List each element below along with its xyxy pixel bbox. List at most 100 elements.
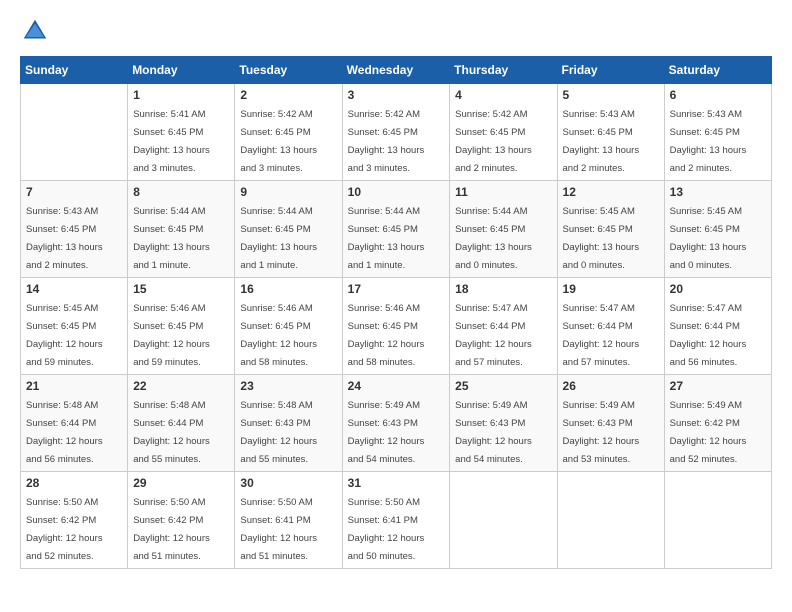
calendar-cell: 15 Sunrise: 5:46 AM Sunset: 6:45 PM Dayli… (128, 278, 235, 375)
calendar-header-row: SundayMondayTuesdayWednesdayThursdayFrid… (21, 57, 772, 84)
day-detail: Sunrise: 5:43 AM Sunset: 6:45 PM Dayligh… (563, 109, 640, 174)
day-number: 1 (133, 88, 229, 102)
calendar-cell: 5 Sunrise: 5:43 AM Sunset: 6:45 PM Daylig… (557, 84, 664, 181)
day-number: 3 (348, 88, 445, 102)
day-number: 9 (240, 185, 336, 199)
day-number: 27 (670, 379, 766, 393)
calendar-cell: 25Sunrise: 5:49 AM Sunset: 6:43 PM Dayli… (450, 375, 557, 472)
day-detail: Sunrise: 5:46 AM Sunset: 6:45 PM Dayligh… (133, 303, 210, 368)
day-number: 8 (133, 185, 229, 199)
header-saturday: Saturday (664, 57, 771, 84)
day-detail: Sunrise: 5:43 AM Sunset: 6:45 PM Dayligh… (26, 206, 103, 271)
calendar-week-row: 28Sunrise: 5:50 AM Sunset: 6:42 PM Dayli… (21, 472, 772, 569)
calendar-cell: 24 Sunrise: 5:49 AM Sunset: 6:43 PM Dayli… (342, 375, 450, 472)
calendar-cell: 30 Sunrise: 5:50 AM Sunset: 6:41 PM Dayli… (235, 472, 342, 569)
day-detail: Sunrise: 5:47 AM Sunset: 6:44 PM Dayligh… (670, 303, 747, 368)
calendar-table: SundayMondayTuesdayWednesdayThursdayFrid… (20, 56, 772, 569)
day-number: 2 (240, 88, 336, 102)
day-number: 15 (133, 282, 229, 296)
day-number: 30 (240, 476, 336, 490)
page-header (20, 16, 772, 46)
calendar-cell: 26 Sunrise: 5:49 AM Sunset: 6:43 PM Dayli… (557, 375, 664, 472)
calendar-cell: 29Sunrise: 5:50 AM Sunset: 6:42 PM Dayli… (128, 472, 235, 569)
calendar-week-row: 14Sunrise: 5:45 AM Sunset: 6:45 PM Dayli… (21, 278, 772, 375)
day-number: 16 (240, 282, 336, 296)
calendar-week-row: 21 Sunrise: 5:48 AM Sunset: 6:44 PM Dayli… (21, 375, 772, 472)
calendar-cell: 19 Sunrise: 5:47 AM Sunset: 6:44 PM Dayli… (557, 278, 664, 375)
calendar-cell (557, 472, 664, 569)
day-number: 4 (455, 88, 551, 102)
day-detail: Sunrise: 5:50 AM Sunset: 6:41 PM Dayligh… (240, 497, 317, 562)
day-number: 22 (133, 379, 229, 393)
day-number: 6 (670, 88, 766, 102)
day-number: 13 (670, 185, 766, 199)
day-detail: Sunrise: 5:44 AM Sunset: 6:45 PM Dayligh… (455, 206, 532, 271)
day-detail: Sunrise: 5:50 AM Sunset: 6:42 PM Dayligh… (26, 497, 103, 562)
day-detail: Sunrise: 5:49 AM Sunset: 6:43 PM Dayligh… (455, 400, 532, 465)
day-number: 21 (26, 379, 122, 393)
day-detail: Sunrise: 5:48 AM Sunset: 6:43 PM Dayligh… (240, 400, 317, 465)
calendar-cell: 20 Sunrise: 5:47 AM Sunset: 6:44 PM Dayli… (664, 278, 771, 375)
day-detail: Sunrise: 5:42 AM Sunset: 6:45 PM Dayligh… (240, 109, 317, 174)
day-detail: Sunrise: 5:42 AM Sunset: 6:45 PM Dayligh… (348, 109, 425, 174)
day-detail: Sunrise: 5:44 AM Sunset: 6:45 PM Dayligh… (240, 206, 317, 271)
logo (20, 16, 54, 46)
day-detail: Sunrise: 5:47 AM Sunset: 6:44 PM Dayligh… (455, 303, 532, 368)
calendar-cell: 10 Sunrise: 5:44 AM Sunset: 6:45 PM Dayli… (342, 181, 450, 278)
calendar-cell (21, 84, 128, 181)
calendar-cell: 18 Sunrise: 5:47 AM Sunset: 6:44 PM Dayli… (450, 278, 557, 375)
day-detail: Sunrise: 5:46 AM Sunset: 6:45 PM Dayligh… (348, 303, 425, 368)
day-number: 26 (563, 379, 659, 393)
calendar-cell: 8 Sunrise: 5:44 AM Sunset: 6:45 PM Daylig… (128, 181, 235, 278)
calendar-cell: 7 Sunrise: 5:43 AM Sunset: 6:45 PM Daylig… (21, 181, 128, 278)
header-thursday: Thursday (450, 57, 557, 84)
header-friday: Friday (557, 57, 664, 84)
calendar-cell: 6 Sunrise: 5:43 AM Sunset: 6:45 PM Daylig… (664, 84, 771, 181)
day-detail: Sunrise: 5:49 AM Sunset: 6:42 PM Dayligh… (670, 400, 747, 465)
calendar-cell (450, 472, 557, 569)
calendar-cell: 1 Sunrise: 5:41 AM Sunset: 6:45 PM Daylig… (128, 84, 235, 181)
calendar-cell: 28Sunrise: 5:50 AM Sunset: 6:42 PM Dayli… (21, 472, 128, 569)
calendar-cell: 13Sunrise: 5:45 AM Sunset: 6:45 PM Dayli… (664, 181, 771, 278)
calendar-cell: 21Sunrise: 5:48 AM Sunset: 6:44 PM Dayli… (21, 375, 128, 472)
calendar-week-row: 1 Sunrise: 5:41 AM Sunset: 6:45 PM Daylig… (21, 84, 772, 181)
day-detail: Sunrise: 5:42 AM Sunset: 6:45 PM Dayligh… (455, 109, 532, 174)
day-detail: Sunrise: 5:49 AM Sunset: 6:43 PM Dayligh… (348, 400, 425, 465)
day-number: 5 (563, 88, 659, 102)
day-number: 31 (348, 476, 445, 490)
day-detail: Sunrise: 5:41 AM Sunset: 6:45 PM Dayligh… (133, 109, 210, 174)
day-detail: Sunrise: 5:44 AM Sunset: 6:45 PM Dayligh… (348, 206, 425, 271)
day-number: 19 (563, 282, 659, 296)
day-detail: Sunrise: 5:49 AM Sunset: 6:43 PM Dayligh… (563, 400, 640, 465)
calendar-cell: 23 Sunrise: 5:48 AM Sunset: 6:43 PM Dayli… (235, 375, 342, 472)
calendar-cell: 2 Sunrise: 5:42 AM Sunset: 6:45 PM Daylig… (235, 84, 342, 181)
calendar-cell (664, 472, 771, 569)
day-detail: Sunrise: 5:50 AM Sunset: 6:41 PM Dayligh… (348, 497, 425, 562)
calendar-cell: 16Sunrise: 5:46 AM Sunset: 6:45 PM Dayli… (235, 278, 342, 375)
calendar-cell: 31 Sunrise: 5:50 AM Sunset: 6:41 PM Dayli… (342, 472, 450, 569)
day-number: 7 (26, 185, 122, 199)
day-detail: Sunrise: 5:43 AM Sunset: 6:45 PM Dayligh… (670, 109, 747, 174)
calendar-cell: 11 Sunrise: 5:44 AM Sunset: 6:45 PM Dayli… (450, 181, 557, 278)
day-number: 18 (455, 282, 551, 296)
calendar-week-row: 7 Sunrise: 5:43 AM Sunset: 6:45 PM Daylig… (21, 181, 772, 278)
day-detail: Sunrise: 5:45 AM Sunset: 6:45 PM Dayligh… (26, 303, 103, 368)
day-detail: Sunrise: 5:45 AM Sunset: 6:45 PM Dayligh… (563, 206, 640, 271)
calendar-cell: 27 Sunrise: 5:49 AM Sunset: 6:42 PM Dayli… (664, 375, 771, 472)
day-number: 10 (348, 185, 445, 199)
day-detail: Sunrise: 5:47 AM Sunset: 6:44 PM Dayligh… (563, 303, 640, 368)
day-detail: Sunrise: 5:44 AM Sunset: 6:45 PM Dayligh… (133, 206, 210, 271)
day-number: 23 (240, 379, 336, 393)
day-number: 24 (348, 379, 445, 393)
header-tuesday: Tuesday (235, 57, 342, 84)
calendar-cell: 3 Sunrise: 5:42 AM Sunset: 6:45 PM Daylig… (342, 84, 450, 181)
calendar-cell: 17Sunrise: 5:46 AM Sunset: 6:45 PM Dayli… (342, 278, 450, 375)
logo-icon (20, 16, 50, 46)
calendar-cell: 4 Sunrise: 5:42 AM Sunset: 6:45 PM Daylig… (450, 84, 557, 181)
day-number: 20 (670, 282, 766, 296)
day-number: 29 (133, 476, 229, 490)
calendar-cell: 14Sunrise: 5:45 AM Sunset: 6:45 PM Dayli… (21, 278, 128, 375)
header-sunday: Sunday (21, 57, 128, 84)
day-detail: Sunrise: 5:48 AM Sunset: 6:44 PM Dayligh… (133, 400, 210, 465)
day-number: 11 (455, 185, 551, 199)
